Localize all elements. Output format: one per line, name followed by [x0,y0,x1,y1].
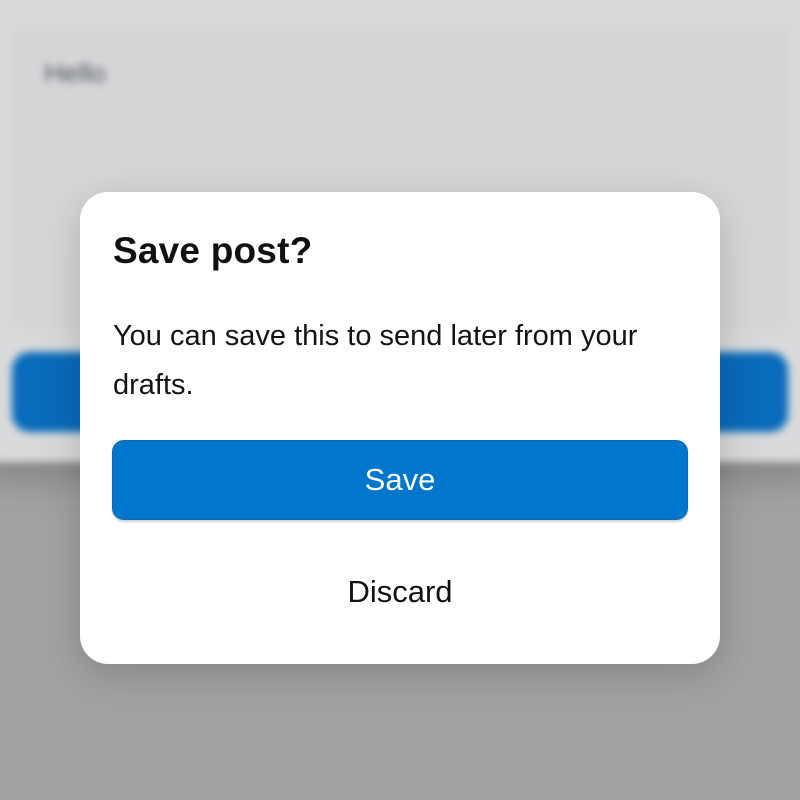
dialog-message: You can save this to send later from you… [113,320,638,401]
save-button[interactable]: Save [112,440,688,520]
screen: Hello Save post? You can save this to se… [0,0,800,800]
save-post-dialog: Save post? You can save this to send lat… [80,192,720,664]
dialog-title: Save post? [113,230,313,271]
discard-button[interactable]: Discard [112,552,688,632]
